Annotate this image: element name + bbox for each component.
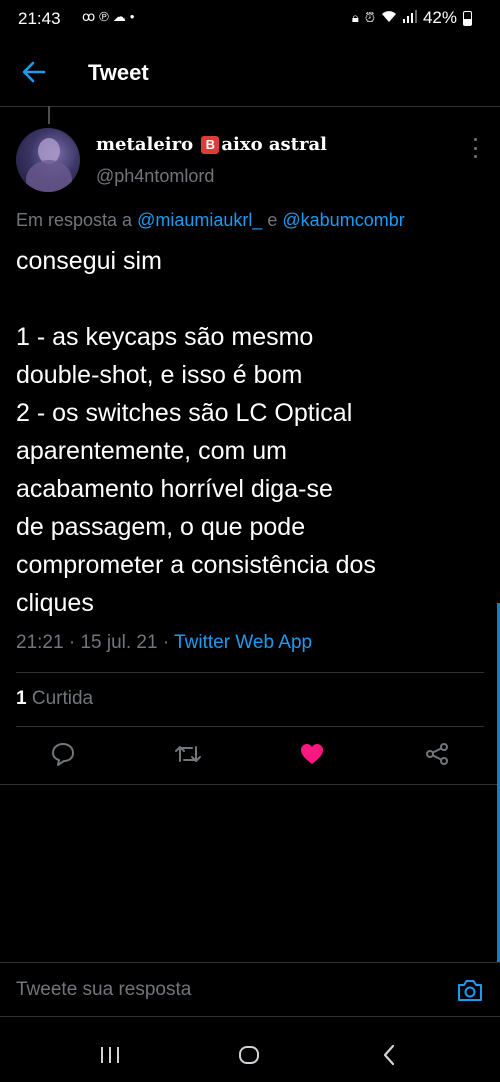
status-time: 21:43	[18, 9, 61, 28]
likes-label: Curtida	[26, 688, 94, 709]
avatar[interactable]	[16, 128, 80, 192]
wifi-icon	[381, 10, 397, 26]
tweet-date[interactable]: 15 jul. 21	[80, 632, 157, 653]
reply-composer	[0, 962, 500, 1021]
meta-separator: ·	[157, 632, 175, 653]
divider	[16, 672, 484, 673]
likes-number: 1	[16, 688, 27, 709]
likes-count[interactable]: 1 Curtida	[16, 688, 93, 710]
signal-icon	[402, 10, 417, 26]
recents-icon	[101, 1047, 119, 1063]
dot-icon: •	[129, 9, 139, 24]
mention-link[interactable]: @kabumcombr	[282, 210, 404, 230]
camera-button[interactable]	[456, 977, 484, 1003]
home-icon	[239, 1046, 259, 1064]
reply-conjunction: e	[262, 210, 283, 230]
system-navigation-bar	[0, 1028, 500, 1082]
pinterest-icon: ℗	[99, 9, 113, 24]
page-title: Tweet	[88, 60, 149, 85]
battery-level: 42%	[422, 8, 457, 27]
recents-button[interactable]	[97, 1042, 125, 1068]
reply-prefix: Em resposta a	[16, 210, 138, 230]
like-button[interactable]	[299, 741, 327, 769]
tweet-time: 21:21	[16, 632, 64, 653]
back-icon	[383, 1044, 395, 1066]
share-icon	[426, 743, 448, 765]
alarm-icon: ⏰︎	[364, 10, 375, 25]
more-dot-icon	[473, 138, 477, 141]
reply-context: Em resposta a @miaumiaukrl_ e @kabumcomb…	[16, 210, 405, 231]
reply-icon	[52, 743, 74, 766]
arrow-left-icon	[22, 61, 46, 83]
status-bar: 21:43 ꝏ℗☁• 🔒︎ ⏰︎ 42%	[0, 0, 500, 38]
voicemail-icon: ꝏ	[82, 9, 100, 24]
more-options-button[interactable]	[468, 138, 482, 158]
home-button[interactable]	[236, 1042, 264, 1068]
tweet-metadata: 21:21 · 15 jul. 21 · Twitter Web App	[16, 632, 312, 654]
author-display-name[interactable]: metaleiro Baixo astral	[96, 134, 327, 155]
battery-icon	[463, 10, 472, 26]
retweet-button[interactable]	[174, 741, 202, 769]
author-name-suffix: aixo astral	[221, 134, 327, 155]
cloud-icon: ☁	[112, 9, 130, 24]
status-system-icons: 🔒︎ ⏰︎ 42%	[352, 8, 472, 28]
divider	[0, 1016, 500, 1017]
meta-separator: ·	[63, 632, 81, 653]
tweet-text: consegui sim 1 - as keycaps são mesmo do…	[16, 247, 376, 617]
divider	[0, 784, 500, 785]
reply-input[interactable]	[16, 979, 416, 1001]
author-handle[interactable]: @ph4ntomlord	[96, 166, 214, 187]
camera-icon	[458, 980, 482, 1001]
reply-button[interactable]	[50, 741, 78, 769]
status-notification-icons: ꝏ℗☁•	[82, 9, 138, 25]
more-dot-icon	[473, 155, 477, 158]
lock-icon: 🔒︎	[351, 10, 359, 25]
heart-icon	[301, 744, 323, 764]
author-name-badge: B	[201, 135, 220, 154]
tweet-actions	[0, 727, 500, 783]
top-app-bar: Tweet	[0, 38, 500, 107]
tweet-source-link[interactable]: Twitter Web App	[174, 632, 312, 653]
system-back-button[interactable]	[377, 1042, 405, 1068]
retweet-icon	[175, 746, 201, 762]
mention-link[interactable]: @miaumiaukrl_	[137, 210, 262, 230]
back-button[interactable]	[20, 58, 48, 86]
more-dot-icon	[473, 146, 477, 150]
author-name-prefix: metaleiro	[96, 134, 200, 155]
share-button[interactable]	[424, 741, 452, 769]
thread-connector	[48, 106, 50, 124]
